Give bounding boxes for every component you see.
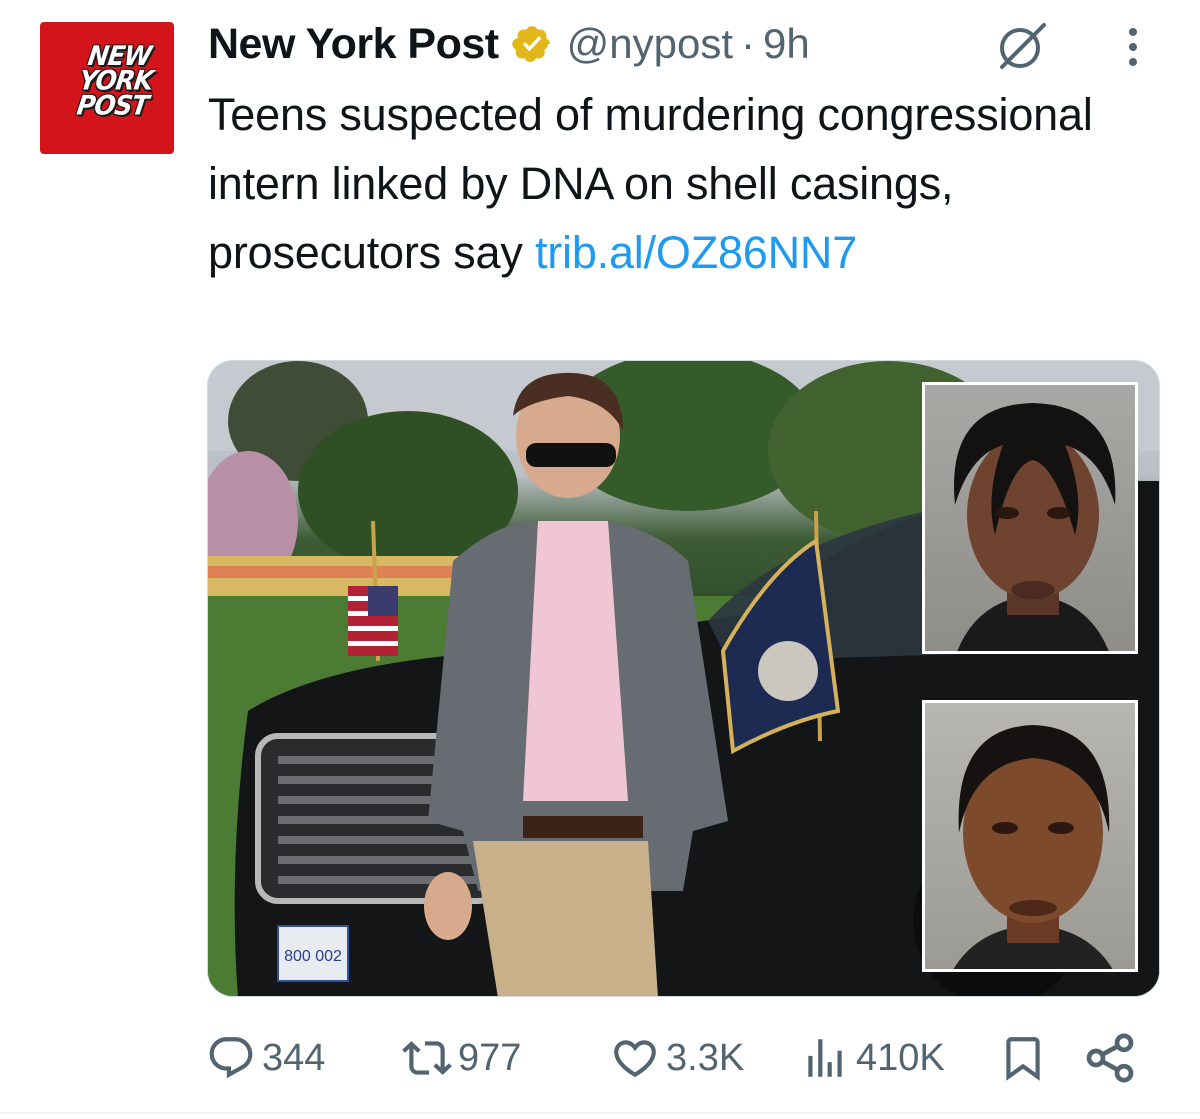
- share-icon: [1086, 1033, 1134, 1083]
- like-button[interactable]: 3.3K: [610, 1030, 744, 1086]
- retweet-icon: [402, 1041, 452, 1075]
- author-handle[interactable]: @nypost: [567, 20, 733, 68]
- mugshot-top[interactable]: [922, 382, 1138, 654]
- author-display-name[interactable]: New York Post: [208, 20, 499, 69]
- divider: [0, 1112, 1200, 1114]
- tweet-text: Teens suspected of murdering congression…: [208, 80, 1168, 287]
- tweet-link[interactable]: trib.al/OZ86NN7: [535, 227, 857, 278]
- like-icon: [614, 1040, 656, 1078]
- share-button[interactable]: [1082, 1030, 1138, 1086]
- retweet-count: 977: [458, 1036, 522, 1079]
- tweet-header: New York Post @nypost · 9h: [208, 14, 810, 74]
- like-count: 3.3K: [666, 1036, 745, 1079]
- view-count: 410K: [856, 1036, 945, 1079]
- reply-count: 344: [262, 1036, 326, 1079]
- retweet-button[interactable]: 977: [402, 1030, 521, 1086]
- bookmark-button[interactable]: [998, 1030, 1048, 1086]
- mugshot-top-figure: [953, 403, 1116, 651]
- mugshot-bottom-figure: [953, 725, 1113, 969]
- verified-badge-icon[interactable]: [511, 23, 553, 65]
- reply-button[interactable]: 344: [206, 1030, 325, 1086]
- bookmark-icon: [1006, 1037, 1040, 1081]
- avatar-logo-text: NEW YORK POST: [74, 40, 155, 121]
- mugshot-bottom[interactable]: [922, 700, 1138, 972]
- views-button[interactable]: 410K: [800, 1030, 945, 1086]
- tweet-timestamp[interactable]: 9h: [763, 20, 810, 68]
- avatar[interactable]: NEW YORK POST: [40, 22, 174, 154]
- views-icon: [808, 1039, 842, 1077]
- header-separator: ·: [741, 20, 756, 67]
- reply-icon: [209, 1037, 253, 1079]
- more-icon[interactable]: [1116, 22, 1150, 72]
- tweet-action-bar: 344 977 3.3K 410K: [206, 1030, 1150, 1086]
- grok-icon[interactable]: [994, 20, 1050, 72]
- license-plate-text: 800 002: [284, 948, 342, 965]
